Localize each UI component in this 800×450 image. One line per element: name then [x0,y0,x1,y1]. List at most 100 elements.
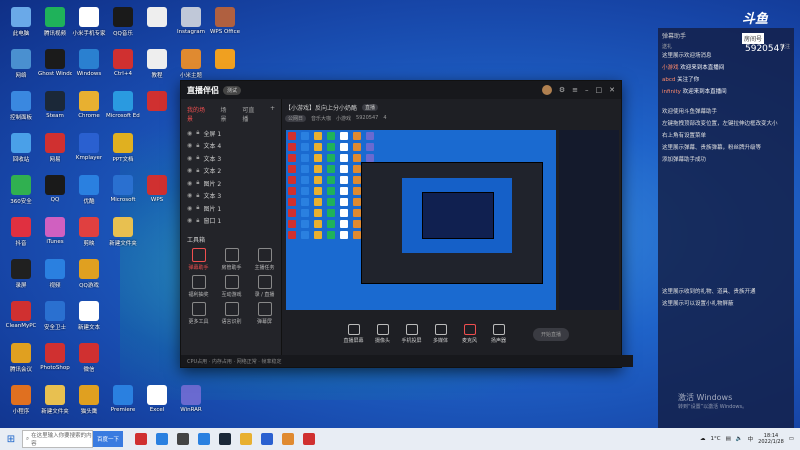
desktop-icon[interactable]: iTunes [38,214,72,256]
desktop-icon[interactable]: QQ游戏 [72,256,106,298]
desktop-icon[interactable]: 此电脑 [4,4,38,46]
tool-item[interactable]: 福利抽奖 [182,275,215,298]
desktop-icon[interactable]: 小米手机专家 [72,4,106,46]
desktop-icon[interactable]: WinRAR [174,382,208,424]
scene-item[interactable]: ◉ 🔒︎ 文本 3 [181,152,281,165]
desktop-icon[interactable]: Microsoft [106,172,140,214]
taskbar-app-icon[interactable] [177,433,189,445]
desktop-icon[interactable]: 回收站 [4,130,38,172]
desktop-icon[interactable]: Excel [140,382,174,424]
desktop-icon[interactable]: 网络 [4,46,38,88]
taskbar-app-icon[interactable] [198,433,210,445]
desktop-icon[interactable]: 新建文件夹 [106,214,140,256]
chat-user[interactable]: infinity [662,89,681,95]
lock-icon[interactable]: 🔒︎ [196,192,199,200]
desktop-icon[interactable]: 新建文本 [72,298,106,340]
desktop-icon[interactable]: 360安全 [4,172,38,214]
eye-icon[interactable]: ◉ [187,142,192,149]
desktop-icon[interactable]: Ghost Windows [38,46,72,88]
desktop-icon[interactable]: Windows [72,46,106,88]
scene-item[interactable]: ◉ 🔒︎ 图片 1 [181,202,281,215]
add-scene-icon[interactable]: + [270,105,275,123]
desktop-icon[interactable]: 安全卫士 [38,298,72,340]
desktop-icon[interactable]: 小程序 [4,382,38,424]
tool-item[interactable]: 互动游戏 [215,275,248,298]
eye-icon[interactable]: ◉ [187,205,192,212]
desktop-icon[interactable]: 腾讯视频 [38,4,72,46]
windows-start-icon[interactable]: ⊞ [0,434,22,445]
taskbar-app-icon[interactable] [303,433,315,445]
user-avatar[interactable] [541,85,552,95]
desktop-icon[interactable]: Kmplayer [72,130,106,172]
tool-item[interactable]: 弹幕助手 [182,248,215,271]
desktop-icon[interactable]: Steam [38,88,72,130]
lock-icon[interactable]: 🔒︎ [196,142,199,150]
eye-icon[interactable]: ◉ [187,180,192,187]
eye-icon[interactable]: ◉ [187,192,192,199]
weather-icon[interactable]: ☁ [700,436,706,442]
btn-speaker[interactable]: 扬声器 [491,337,506,344]
desktop-icon[interactable] [140,4,174,46]
desktop-icon[interactable]: PhotoShop [38,340,72,382]
btn-mic[interactable]: 麦克风 [462,337,477,344]
taskbar-app-icon[interactable] [261,433,273,445]
desktop-icon[interactable]: Premiere [106,382,140,424]
tool-item[interactable]: 语言识别 [215,302,248,325]
desktop-icon[interactable]: 新建文件夹 [38,382,72,424]
taskbar-app-icon[interactable] [240,433,252,445]
search-box[interactable]: ⌕ 在这里输入你要搜索的内容 [22,430,93,448]
desktop-icon[interactable]: Microsoft Edge [106,88,140,130]
chat-user[interactable]: 小游戏 [662,65,679,71]
desktop-icon[interactable]: 猫头鹰 [72,382,106,424]
menu-icon[interactable]: ≡ [572,86,578,94]
eye-icon[interactable]: ◉ [187,217,192,224]
eye-icon[interactable]: ◉ [187,167,192,174]
scene-item[interactable]: ◉ 🔒︎ 文本 4 [181,140,281,153]
tool-item[interactable]: 主播任务 [248,248,281,271]
desktop-icon[interactable]: 优酷 [72,172,106,214]
desktop-icon[interactable]: WPS Office [208,4,242,46]
lock-icon[interactable]: 🔒︎ [196,217,199,225]
start-live-button[interactable]: 开始直播 [533,327,570,341]
scene-item[interactable]: ◉ 🔒︎ 图片 2 [181,177,281,190]
network-icon[interactable]: ▤ [726,436,731,442]
tool-item[interactable]: 房管助手 [215,248,248,271]
desktop-icon[interactable]: 控制面板 [4,88,38,130]
taskbar-app-icon[interactable] [135,433,147,445]
desktop-icon[interactable]: QQ音乐 [106,4,140,46]
eye-icon[interactable]: ◉ [187,155,192,162]
taskbar-app-icon[interactable] [219,433,231,445]
lock-icon[interactable]: 🔒︎ [196,204,199,212]
btn-screen[interactable]: 直播屏幕 [343,337,363,344]
btn-media[interactable]: 多媒体 [433,337,448,344]
desktop-icon[interactable]: PPT文档 [106,130,140,172]
btn-phone[interactable]: 手机投屏 [401,337,421,344]
settings-icon[interactable]: ⚙ [559,86,565,94]
taskbar-app-icon[interactable] [282,433,294,445]
desktop-icon[interactable]: 视频 [38,256,72,298]
notification-icon[interactable]: ▭ [789,436,794,442]
eye-icon[interactable]: ◉ [187,130,192,137]
desktop-icon[interactable]: 抖音 [4,214,38,256]
room-title[interactable]: 【小游戏】反向上分小奶酪 [285,103,357,112]
desktop-icon[interactable]: QQ [38,172,72,214]
desktop-icon[interactable]: 腾讯会议 [4,340,38,382]
desktop-icon[interactable]: Instagram [174,4,208,46]
tab-my-scenes[interactable]: 我的场景 [187,105,211,123]
desktop-icon[interactable]: 剪映 [72,214,106,256]
lock-icon[interactable]: 🔒︎ [196,154,199,162]
lock-icon[interactable]: 🔒︎ [196,167,199,175]
scene-item[interactable]: ◉ 🔒︎ 全屏 1 [181,127,281,140]
lock-icon[interactable]: 🔒︎ [196,179,199,187]
close-icon[interactable]: ✕ [609,86,615,94]
search-button[interactable]: 百度一下 [93,431,123,447]
taskbar-app-icon[interactable] [156,433,168,445]
danmu-sub-left[interactable]: 送礼 [662,43,672,50]
weather-temp[interactable]: 1°C [710,436,720,442]
chat-user[interactable]: abcd [662,77,675,83]
lock-icon[interactable]: 🔒︎ [196,129,199,137]
btn-camera[interactable]: 摄像头 [375,337,390,344]
ime-indicator[interactable]: 中 [748,435,754,443]
volume-icon[interactable]: 🔈 [736,436,743,442]
tab-live[interactable]: 可直播 [242,105,260,123]
